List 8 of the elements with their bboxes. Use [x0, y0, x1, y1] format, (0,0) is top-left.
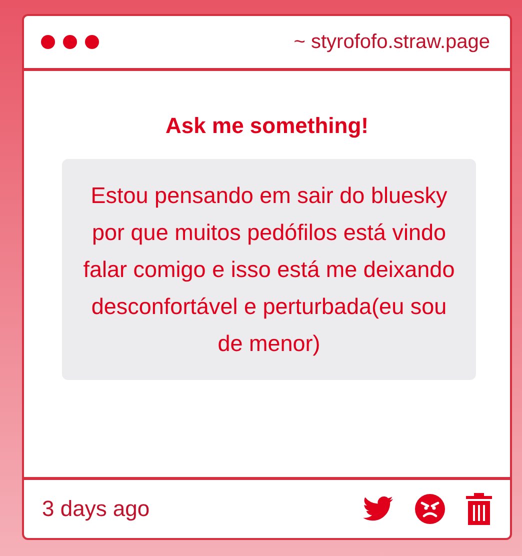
window-dots-icon [40, 34, 100, 50]
timestamp: 3 days ago [42, 496, 150, 522]
angry-face-icon[interactable] [414, 493, 446, 525]
page-title: Ask me something! [166, 113, 368, 139]
bird-icon[interactable] [362, 495, 394, 523]
trash-icon[interactable] [466, 493, 492, 525]
site-address: ~ styrofofo.straw.page [294, 30, 490, 54]
question-text: Estou pensando em sair do bluesky por que muitos pedófilos está vindo falar comigo e isso está me deixando desconfortável e perturbada(eu sou de menor) [62, 159, 476, 380]
